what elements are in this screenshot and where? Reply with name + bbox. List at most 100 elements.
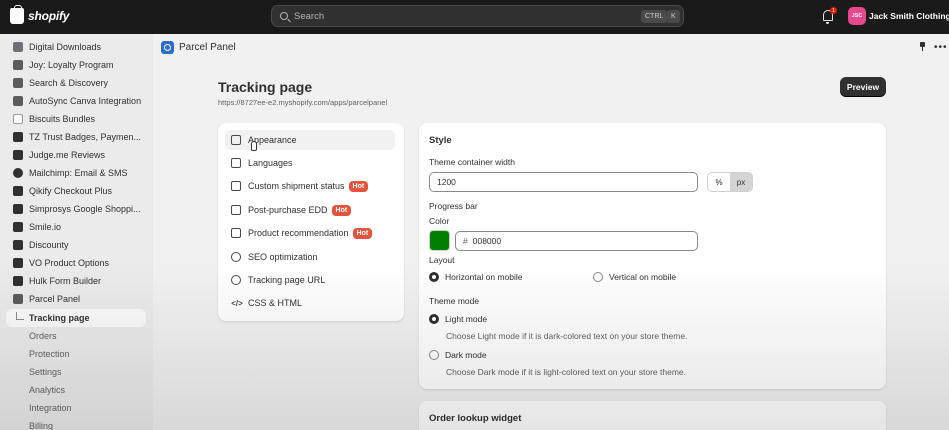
sidebar-item-label: Parcel Panel (29, 294, 81, 304)
sidebar-item-discounty[interactable]: Discounty (6, 236, 146, 254)
radio-label: Horizontal on mobile (445, 272, 523, 282)
pointer-cursor-icon (251, 141, 257, 151)
code-icon: </> (231, 298, 243, 308)
nav-item-custom-shipment-status[interactable]: Custom shipment status Hot (225, 176, 395, 196)
theme-mode-label: Theme mode (429, 296, 480, 306)
nav-item-label: Custom shipment status (248, 181, 345, 191)
dark-mode-radio[interactable]: Dark mode (429, 350, 487, 360)
nav-item-label: Post-purchase EDD (248, 205, 328, 215)
settings-nav: Appearance Languages Custom shipment sta… (218, 123, 404, 321)
nav-item-label: Tracking page URL (248, 275, 326, 285)
shopify-logo[interactable]: shopify (10, 5, 69, 24)
sidebar-sub-orders[interactable]: Orders (6, 327, 146, 345)
sidebar-item-hulk[interactable]: Hulk Form Builder (6, 272, 146, 290)
unit-px-button[interactable]: px (730, 173, 752, 191)
hash-symbol: # (463, 236, 468, 246)
preview-button[interactable]: Preview (840, 77, 886, 96)
pin-icon[interactable] (919, 42, 926, 51)
seo-icon (231, 252, 241, 262)
unit-percent-button[interactable]: % (708, 173, 730, 191)
sidebar-sub-billing[interactable]: Billing (6, 417, 146, 430)
sidebar-item-autosync[interactable]: AutoSync Canva Integration (6, 92, 146, 110)
radio-selected-icon (429, 314, 439, 324)
discounty-icon (13, 240, 23, 250)
store-name[interactable]: Jack Smith Clothings (869, 11, 949, 21)
shortcut-k: K (667, 10, 680, 23)
sidebar-item-joy[interactable]: Joy: Loyalty Program (6, 56, 146, 74)
sidebar-item-parcel-panel[interactable]: Parcel Panel (6, 290, 146, 308)
nav-item-css-html[interactable]: </> CSS & HTML (225, 293, 395, 313)
sidebar-sub-settings[interactable]: Settings (6, 363, 146, 381)
avatar[interactable]: JSC (848, 7, 866, 25)
sidebar-item-mailchimp[interactable]: Mailchimp: Email & SMS (6, 164, 146, 182)
light-mode-radio[interactable]: Light mode (429, 314, 487, 324)
dark-mode-help: Choose Dark mode if it is light-colored … (446, 367, 686, 377)
nav-item-label: CSS & HTML (248, 298, 303, 308)
nav-item-post-purchase-edd[interactable]: Post-purchase EDD Hot (225, 200, 395, 220)
page-title: Tracking page (218, 79, 313, 95)
mailchimp-icon (13, 168, 23, 178)
nav-item-label: SEO optimization (248, 252, 318, 262)
app-name: Parcel Panel (179, 42, 236, 53)
sidebar-item-label: Mailchimp: Email & SMS (29, 168, 128, 178)
nav-item-product-recommendation[interactable]: Product recommendation Hot (225, 223, 395, 243)
nav-item-label: Product recommendation (248, 228, 349, 238)
progress-bar-label: Progress bar (429, 201, 478, 211)
bundles-icon (13, 114, 23, 124)
sidebar-item-trust-badges[interactable]: TZ Trust Badges, Paymen... (6, 128, 146, 146)
search-input[interactable]: Search CTRL K (271, 5, 684, 27)
sidebar-item-label: Search & Discovery (29, 78, 109, 88)
judgeme-icon (13, 150, 23, 160)
sidebar-item-vo-product-options[interactable]: VO Product Options (6, 254, 146, 272)
sidebar-item-label: Digital Downloads (29, 42, 102, 52)
link-icon (231, 275, 241, 285)
sidebar-item-tracking-page[interactable]: Tracking page (6, 309, 146, 327)
container-width-input[interactable] (429, 172, 698, 192)
color-label: Color (429, 216, 450, 226)
sidebar-item-qikify[interactable]: Qikify Checkout Plus (6, 182, 146, 200)
hot-badge: Hot (352, 227, 373, 239)
sidebar-sub-protection[interactable]: Protection (6, 345, 146, 363)
sidebar-item-digital-downloads[interactable]: Digital Downloads (6, 38, 146, 56)
sidebar-item-label: Discounty (29, 240, 69, 250)
order-lookup-card: Order lookup widget (419, 401, 886, 430)
hot-badge: Hot (331, 204, 352, 216)
sidebar-sub-analytics[interactable]: Analytics (6, 381, 146, 399)
radio-label: Vertical on mobile (609, 272, 677, 282)
search-placeholder: Search (294, 10, 325, 22)
sidebar-item-search-discovery[interactable]: Search & Discovery (6, 74, 146, 92)
shopify-bag-icon (10, 5, 24, 24)
color-swatch[interactable] (429, 230, 450, 251)
sidebar-item-biscuits[interactable]: Biscuits Bundles (6, 110, 146, 128)
nav-item-languages[interactable]: Languages (225, 153, 395, 173)
layout-vertical-radio[interactable]: Vertical on mobile (593, 272, 676, 282)
radio-label: Light mode (445, 314, 488, 324)
page-url: https://8727ee-e2.myshopify.com/apps/par… (218, 98, 388, 107)
nav-item-tracking-page-url[interactable]: Tracking page URL (225, 270, 395, 290)
sidebar-sub-integration[interactable]: Integration (6, 399, 146, 417)
sidebar-item-label: Joy: Loyalty Program (29, 60, 114, 70)
layout-label: Layout (429, 255, 455, 265)
sidebar-item-simprosys[interactable]: Simprosys Google Shoppi... (6, 200, 146, 218)
sidebar-item-label: Judge.me Reviews (29, 150, 106, 160)
sidebar: Digital Downloads Joy: Loyalty Program S… (0, 34, 153, 430)
layout-horizontal-radio[interactable]: Horizontal on mobile (429, 272, 522, 282)
sidebar-item-label: Biscuits Bundles (29, 114, 96, 124)
sidebar-item-judgeme[interactable]: Judge.me Reviews (6, 146, 146, 164)
color-hex-input[interactable]: # 008000 (455, 231, 698, 251)
sidebar-item-smile[interactable]: Smile.io (6, 218, 146, 236)
appearance-icon (231, 135, 241, 145)
nav-item-seo-optimization[interactable]: SEO optimization (225, 247, 395, 267)
radio-unselected-icon (429, 350, 439, 360)
notification-badge: 1 (830, 7, 837, 14)
main-content: Parcel Panel ••• Tracking page https://8… (153, 34, 949, 430)
top-bar: shopify Search CTRL K 1 JSC Jack Smith C… (0, 0, 949, 34)
sidebar-item-label: VO Product Options (29, 258, 110, 268)
more-icon[interactable]: ••• (934, 43, 948, 53)
joy-icon (13, 60, 23, 70)
tree-connector (16, 311, 24, 320)
sidebar-item-label: Tracking page (29, 313, 90, 323)
parcel-panel-app-icon (161, 41, 174, 54)
radio-label: Dark mode (445, 350, 487, 360)
color-hex-value: 008000 (472, 236, 502, 246)
